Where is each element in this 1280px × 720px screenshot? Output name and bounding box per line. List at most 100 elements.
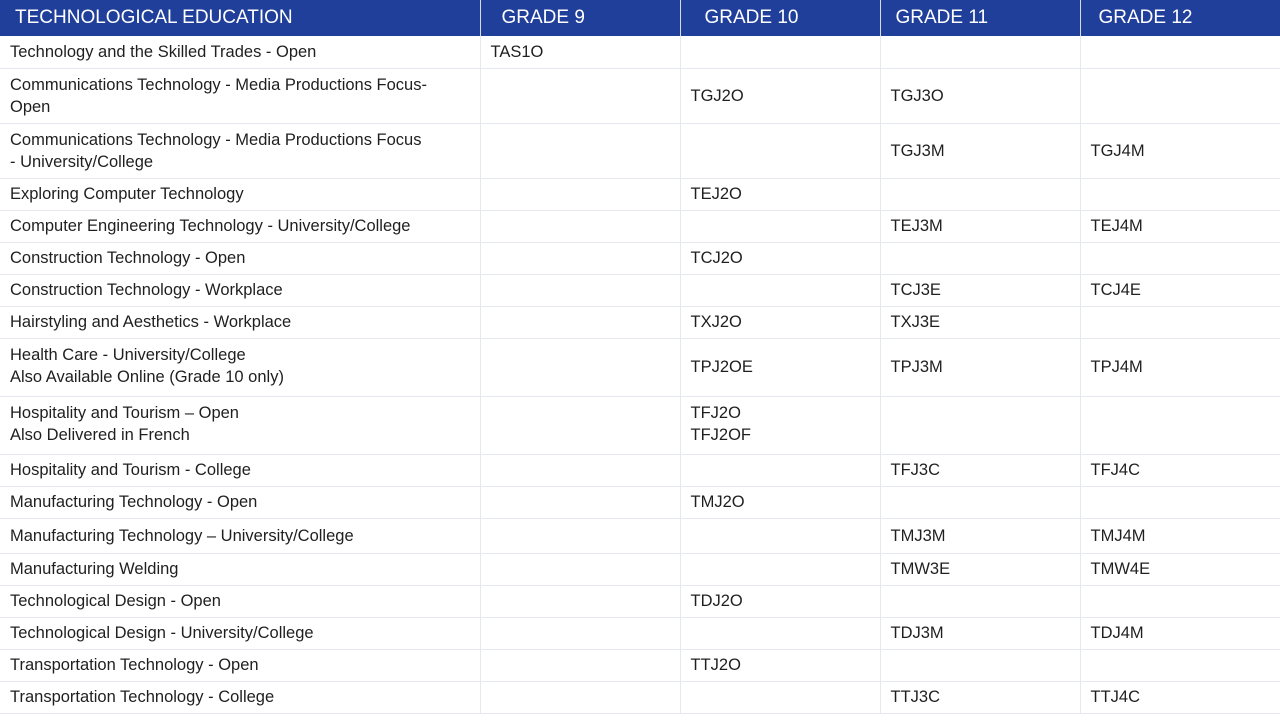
grade-10-cell: TTJ2O [680,649,881,682]
course-title-cell: Manufacturing Welding [0,553,481,586]
grade-9-cell [480,486,681,519]
grade-10-cell [680,210,881,243]
grade-11-cell [880,178,1081,211]
grade-9-cell: TAS1O [480,36,681,69]
grade-9-cell [480,242,681,275]
course-title-cell: Hospitality and Tourism - College [0,454,481,487]
grade-9-cell [480,210,681,243]
grade-10-cell [680,553,881,586]
grade-9-cell [480,649,681,682]
table-row: Technology and the Skilled Trades - Open… [0,36,1280,69]
grade-12-cell: TEJ4M [1080,210,1280,243]
grade-12-cell [1080,649,1280,682]
grade-11-cell: TDJ3M [880,617,1081,650]
grade-11-cell: TGJ3O [880,68,1081,124]
course-title-cell: Technological Design - Open [0,585,481,618]
course-title-cell: Construction Technology - Open [0,242,481,275]
table-row: Construction Technology - Workplace TCJ3E… [0,274,1280,307]
header-grade-10: GRADE 10 [680,0,881,36]
course-title-cell: Manufacturing Technology – University/Co… [0,518,481,554]
table-row: Technological Design - University/Colleg… [0,617,1280,650]
course-title-cell: Health Care - University/College Also Av… [0,338,481,397]
grade-12-cell [1080,585,1280,618]
grade-12-cell [1080,242,1280,275]
grade-12-cell [1080,396,1280,455]
grade-9-cell [480,396,681,455]
grade-12-cell [1080,68,1280,124]
table-header: TECHNOLOGICAL EDUCATION GRADE 9 GRADE 10… [0,0,1280,36]
header-grade-9: GRADE 9 [480,0,681,36]
table-row: Transportation Technology - Open TTJ2O [0,649,1280,682]
table-row: Hospitality and Tourism - College TFJ3C TF… [0,454,1280,487]
grade-11-cell: TMW3E [880,553,1081,586]
table-row: Manufacturing Technology – University/Co… [0,518,1280,554]
grade-9-cell [480,454,681,487]
course-title-cell: Hairstyling and Aesthetics - Workplace [0,306,481,339]
grade-9-cell [480,518,681,554]
grade-9-cell [480,585,681,618]
grade-9-cell [480,306,681,339]
header-technological-education: TECHNOLOGICAL EDUCATION [0,0,481,36]
grade-11-cell [880,36,1081,69]
table-row: Communications Technology - Media Produc… [0,68,1280,124]
grade-10-cell [680,123,881,179]
course-title-cell: Exploring Computer Technology [0,178,481,211]
grade-10-cell: TPJ2OE [680,338,881,397]
grade-12-cell: TMJ4M [1080,518,1280,554]
course-title-cell: Construction Technology - Workplace [0,274,481,307]
table-row: Hospitality and Tourism – Open Also Deli… [0,396,1280,455]
grade-12-cell: TPJ4M [1080,338,1280,397]
table-row: Computer Engineering Technology - Univer… [0,210,1280,243]
grade-12-cell: TFJ4C [1080,454,1280,487]
table-row: Technological Design - Open TDJ2O [0,585,1280,618]
grade-10-cell: TCJ2O [680,242,881,275]
grade-12-cell [1080,306,1280,339]
grade-9-cell [480,178,681,211]
grade-12-cell: TTJ4C [1080,681,1280,714]
grade-11-cell: TEJ3M [880,210,1081,243]
grade-9-cell [480,553,681,586]
table-row: Health Care - University/College Also Av… [0,338,1280,397]
grade-10-cell: TDJ2O [680,585,881,618]
grade-11-cell: TMJ3M [880,518,1081,554]
grade-10-cell: TXJ2O [680,306,881,339]
grade-10-cell [680,681,881,714]
header-grade-12: GRADE 12 [1080,0,1280,36]
course-title-cell: Hospitality and Tourism – Open Also Deli… [0,396,481,455]
grade-9-cell [480,338,681,397]
course-title-cell: Transportation Technology - College [0,681,481,714]
header-grade-11: GRADE 11 [880,0,1081,36]
grade-12-cell [1080,486,1280,519]
grade-11-cell [880,242,1081,275]
grade-11-cell: TFJ3C [880,454,1081,487]
grade-12-cell [1080,36,1280,69]
grade-10-cell [680,36,881,69]
course-title-cell: Technology and the Skilled Trades - Open [0,36,481,69]
grade-11-cell [880,649,1081,682]
grade-11-cell [880,585,1081,618]
course-title-cell: Computer Engineering Technology - Univer… [0,210,481,243]
grade-10-cell: TGJ2O [680,68,881,124]
table-row: Exploring Computer Technology TEJ2O [0,178,1280,211]
grade-11-cell: TXJ3E [880,306,1081,339]
grade-10-cell: TEJ2O [680,178,881,211]
course-title-cell: Transportation Technology - Open [0,649,481,682]
grade-9-cell [480,123,681,179]
grade-10-cell: TFJ2O TFJ2OF [680,396,881,455]
grade-10-cell [680,617,881,650]
grade-9-cell [480,274,681,307]
table-row: Hairstyling and Aesthetics - Workplace TX… [0,306,1280,339]
grade-11-cell: TGJ3M [880,123,1081,179]
grade-12-cell: TDJ4M [1080,617,1280,650]
grade-11-cell: TPJ3M [880,338,1081,397]
table-body: Technology and the Skilled Trades - Open… [0,36,1280,714]
course-title-cell: Communications Technology - Media Produc… [0,68,481,124]
grade-11-cell: TCJ3E [880,274,1081,307]
table-row: Communications Technology - Media Produc… [0,123,1280,179]
grade-10-cell [680,274,881,307]
grade-12-cell: TGJ4M [1080,123,1280,179]
grade-9-cell [480,68,681,124]
table-row: Construction Technology - Open TCJ2O [0,242,1280,275]
table-row: Manufacturing Technology - Open TMJ2O [0,486,1280,519]
header-row: TECHNOLOGICAL EDUCATION GRADE 9 GRADE 10… [0,0,1280,36]
